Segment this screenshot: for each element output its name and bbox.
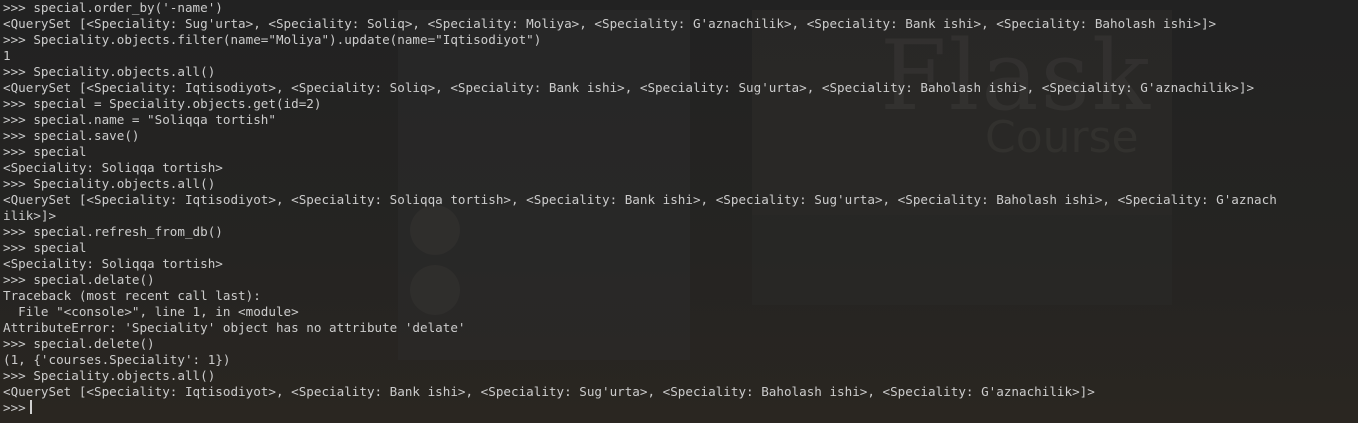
output-line: (1, {'courses.Speciality': 1}) bbox=[3, 352, 231, 367]
command-line: >>> special bbox=[3, 144, 87, 159]
command-line: >>> special.delate() bbox=[3, 272, 155, 287]
command-line: >>> Speciality.objects.all() bbox=[3, 176, 216, 191]
input-prompt-line[interactable]: >>> bbox=[3, 400, 1277, 416]
command-line: >>> Speciality.objects.filter(name="Moli… bbox=[3, 32, 542, 47]
terminal-output: >>> special.order_by('-name') <QuerySet [… bbox=[3, 0, 1277, 416]
output-line: AttributeError: 'Speciality' object has … bbox=[3, 320, 466, 335]
prompt: >>> bbox=[3, 400, 26, 415]
command-line: >>> special.name = "Soliqqa tortish" bbox=[3, 112, 276, 127]
output-line: <Speciality: Soliqqa tortish> bbox=[3, 256, 223, 271]
output-line: <QuerySet [<Speciality: Iqtisodiyot>, <S… bbox=[3, 192, 1277, 207]
command-line: >>> Speciality.objects.all() bbox=[3, 368, 216, 383]
output-line: <QuerySet [<Speciality: Sug'urta>, <Spec… bbox=[3, 16, 1217, 31]
output-line: <QuerySet [<Speciality: Iqtisodiyot>, <S… bbox=[3, 384, 1095, 399]
command-line: >>> special.order_by('-name') bbox=[3, 0, 223, 15]
output-line: <Speciality: Soliqqa tortish> bbox=[3, 160, 223, 175]
command-line: >>> special.refresh_from_db() bbox=[3, 224, 223, 239]
output-line: ilik>]> bbox=[3, 208, 57, 223]
command-line: >>> Speciality.objects.all() bbox=[3, 64, 216, 79]
command-line: >>> special = Speciality.objects.get(id=… bbox=[3, 96, 322, 111]
output-line: Traceback (most recent call last): bbox=[3, 288, 261, 303]
command-line: >>> special.save() bbox=[3, 128, 140, 143]
output-line: <QuerySet [<Speciality: Iqtisodiyot>, <S… bbox=[3, 80, 1255, 95]
terminal-window[interactable]: Flask Course >>> special.order_by('-name… bbox=[0, 0, 1358, 423]
text-cursor bbox=[29, 400, 32, 414]
command-line: >>> special.delete() bbox=[3, 336, 155, 351]
output-line: 1 bbox=[3, 48, 11, 63]
output-line: File "<console>", line 1, in <module> bbox=[3, 304, 299, 319]
command-line: >>> special bbox=[3, 240, 87, 255]
